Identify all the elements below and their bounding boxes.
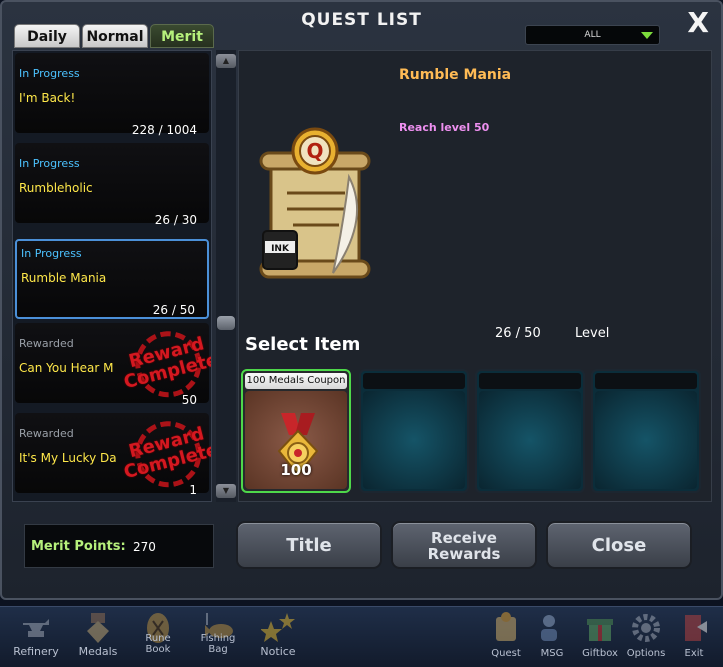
quest-list: In Progress I'm Back! 228 / 1004 In Prog… xyxy=(12,50,212,502)
reward-slot-image xyxy=(363,391,465,489)
taskbar-notice[interactable]: Notice xyxy=(248,611,308,667)
quest-item[interactable]: Rewarded Can You Hear M 50 Reward Comple… xyxy=(15,323,211,407)
title-button[interactable]: Title xyxy=(236,521,382,569)
ink-label: INK xyxy=(271,244,290,254)
quest-status: In Progress xyxy=(21,247,82,260)
quest-status: Rewarded xyxy=(19,427,74,440)
detail-progress: 26 / 50 xyxy=(495,326,541,341)
taskbar-label-line-1: Rune xyxy=(145,633,171,644)
stars-icon xyxy=(261,613,295,642)
giftbox-icon xyxy=(587,619,613,641)
scroll-letter: Q xyxy=(306,139,323,163)
reward-slot-2[interactable] xyxy=(359,369,469,493)
scroll-down-icon[interactable]: ▼ xyxy=(216,484,236,498)
tab-normal[interactable]: Normal xyxy=(82,24,148,48)
select-item-heading: Select Item xyxy=(245,334,361,355)
quest-detail-panel: Rumble Mania Reach level 50 Q INK Select… xyxy=(238,50,712,502)
quest-detail-description: Reach level 50 xyxy=(399,121,490,134)
quest-name: It's My Lucky Da xyxy=(19,451,117,465)
quest-progress: 26 / 50 xyxy=(152,303,195,317)
quest-name: I'm Back! xyxy=(19,91,76,105)
quest-scroll-icon xyxy=(496,612,516,641)
quest-name: Rumbleholic xyxy=(19,181,93,195)
quest-status: In Progress xyxy=(19,157,80,170)
close-icon[interactable]: X xyxy=(687,8,709,38)
taskbar-label: Notice xyxy=(260,645,296,658)
taskbar-label: Rune Book xyxy=(128,633,188,655)
title-button-label: Title xyxy=(286,535,332,556)
anvil-icon xyxy=(23,619,49,637)
quest-list-window: QUEST LIST X ALL Daily Normal Merit In P… xyxy=(0,0,723,600)
quest-filter-dropdown[interactable]: ALL xyxy=(525,25,660,45)
receive-rewards-label: Receive Rewards xyxy=(393,523,535,562)
merit-points-box: Merit Points: 270 xyxy=(24,524,214,568)
taskbar-fishing-bag[interactable]: Fishing Bag xyxy=(188,611,248,667)
receive-rewards-button[interactable]: Receive Rewards xyxy=(391,521,537,569)
quest-progress: 26 / 30 xyxy=(154,213,197,227)
receive-rewards-line-2: Rewards xyxy=(427,545,501,563)
quest-name: Can You Hear M xyxy=(19,361,114,375)
taskbar-label: Fishing Bag xyxy=(188,633,248,655)
taskbar-label: Refinery xyxy=(13,645,59,658)
reward-slot-1[interactable]: 100 Medals Coupon 100 xyxy=(241,369,351,493)
taskbar-label: Exit xyxy=(684,648,704,659)
taskbar-label-line-2: Book xyxy=(145,644,171,655)
scroll-up-icon[interactable]: ▲ xyxy=(216,54,236,68)
taskbar-label-line-2: Bag xyxy=(208,644,228,655)
quest-item-selected[interactable]: In Progress Rumble Mania 26 / 50 xyxy=(15,239,209,319)
reward-slot-image xyxy=(479,391,581,489)
filter-value: ALL xyxy=(584,30,601,40)
quest-list-scrollbar[interactable]: ▲ ▼ xyxy=(216,50,236,502)
reward-count: 100 xyxy=(280,461,312,479)
taskbar-refinery[interactable]: Refinery xyxy=(6,611,66,667)
quest-detail-title: Rumble Mania xyxy=(399,67,512,83)
quest-scroll-icon: Q INK xyxy=(259,127,371,279)
medal-icon xyxy=(87,613,109,643)
scroll-thumb[interactable] xyxy=(217,316,235,330)
close-button-label: Close xyxy=(591,535,647,556)
tab-daily[interactable]: Daily xyxy=(14,24,80,48)
close-button[interactable]: Close xyxy=(546,521,692,569)
quest-status: Rewarded xyxy=(19,337,74,350)
merit-points-value: 270 xyxy=(133,540,156,554)
quest-item[interactable]: In Progress I'm Back! 228 / 1004 xyxy=(15,53,209,137)
taskbar-medals[interactable]: Medals xyxy=(68,611,128,667)
taskbar-label: Medals xyxy=(78,645,118,658)
tab-merit[interactable]: Merit xyxy=(150,24,214,48)
quest-name: Rumble Mania xyxy=(21,271,107,285)
chevron-down-icon xyxy=(641,32,653,39)
reward-slot-image: 100 xyxy=(245,391,347,489)
reward-slot-image xyxy=(595,391,697,489)
detail-progress-unit: Level xyxy=(575,326,610,341)
taskbar-label-line-1: Fishing xyxy=(200,633,236,644)
reward-slot-4[interactable] xyxy=(591,369,701,493)
quest-item[interactable]: In Progress Rumbleholic 26 / 30 xyxy=(15,143,209,227)
gear-icon xyxy=(632,614,660,642)
merit-points-label: Merit Points: xyxy=(31,539,126,554)
reward-slot-label xyxy=(479,373,581,389)
reward-slot-label: 100 Medals Coupon xyxy=(245,373,347,389)
receive-rewards-line-1: Receive xyxy=(431,529,497,547)
quest-status: In Progress xyxy=(19,67,80,80)
message-icon xyxy=(541,615,557,641)
bottom-taskbar: Refinery Medals Rune Book Fishing Bag No… xyxy=(0,606,723,667)
taskbar-exit[interactable]: Exit xyxy=(664,611,723,667)
taskbar-rune-book[interactable]: Rune Book xyxy=(128,611,188,667)
quest-progress: 228 / 1004 xyxy=(131,123,197,137)
reward-slot-3[interactable] xyxy=(475,369,585,493)
reward-slot-label xyxy=(595,373,697,389)
exit-door-icon xyxy=(685,615,707,641)
quest-item[interactable]: Rewarded It's My Lucky Da 1 Reward Compl… xyxy=(15,413,211,497)
reward-slot-label xyxy=(363,373,465,389)
